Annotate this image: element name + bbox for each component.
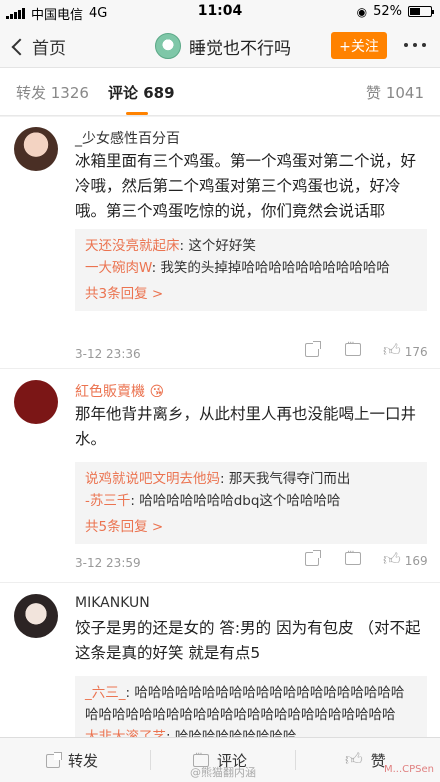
repost-label: 转发 [68, 752, 99, 770]
nav-title[interactable]: 睡觉也不行吗 [155, 33, 291, 59]
comment-footer: 3-12 23:59 👍︎169 [75, 547, 430, 574]
reply-button[interactable] [345, 547, 361, 565]
avatar [155, 33, 181, 59]
avatar[interactable] [14, 594, 58, 638]
watermark-logo: M...CPSen [383, 764, 434, 775]
thumbs-up-icon: 👍︎ [383, 550, 401, 570]
more-replies-link[interactable]: 共5条回复 > [85, 516, 417, 538]
share-button[interactable] [305, 550, 321, 566]
more-options-icon[interactable] [404, 43, 426, 47]
avatar[interactable] [14, 380, 58, 424]
reply-author[interactable]: 说鸡就说吧文明去他妈 [85, 471, 220, 487]
more-replies-link[interactable]: 共3条回复 > [85, 283, 417, 305]
repost-button[interactable]: 转发 [46, 750, 98, 771]
reply-author[interactable]: 天还没亮就起床 [85, 238, 180, 254]
reply-item: 说鸡就说吧文明去他妈: 那天我气得夺门而出 [85, 468, 417, 490]
comment-text: 冰箱里面有三个鸡蛋。第一个鸡蛋对第二个说，好冷哦，然后第二个鸡蛋对第三个鸡蛋也说… [75, 152, 417, 220]
like-count: 176 [404, 344, 428, 359]
share-icon [305, 341, 321, 357]
thumbs-up-icon: 👍︎ [345, 750, 363, 770]
like-button[interactable]: 👍︎ 赞 [345, 750, 386, 771]
tab-bar: 转发 1326 评论 689 赞 1041 [0, 68, 440, 116]
reply-author[interactable]: 一大碗肉W [85, 260, 152, 276]
comment-footer: 3-12 23:36 👍︎176 [75, 338, 430, 365]
reply-item: 一大碗肉W: 我笑的头掉掉哈哈哈哈哈哈哈哈哈哈哈 [85, 257, 417, 279]
comment-author[interactable]: 紅色販賣機 😘 [75, 381, 164, 401]
page-title: 睡觉也不行吗 [189, 38, 291, 59]
like-button[interactable]: 👍︎ 169 [383, 552, 428, 569]
comment-item: 紅色販賣機 😘 那年他背井离乡，从此村里人再也没能喝上一口井水。 说鸡就说吧文明… [0, 370, 440, 583]
comment-text: 那年他背井离乡，从此村里人再也没能喝上一口井水。 [75, 405, 417, 448]
battery-percent: 52% [373, 4, 402, 19]
status-bar: 中国电信 4G 11:04 ◉ 52% [0, 0, 440, 24]
comment-item: _少女感性百分百 冰箱里面有三个鸡蛋。第一个鸡蛋对第二个说，好冷哦，然后第二个鸡… [0, 117, 440, 369]
reply-author[interactable]: 大非大滚了艺 [85, 729, 166, 737]
thumbs-up-icon: 👍︎ [383, 341, 401, 361]
nav-bar: 首页 睡觉也不行吗 +关注 [0, 24, 440, 68]
comment-text: 饺子是男的还是女的 答:男的 因为有包皮 （对不起这条是真的好笑 就是有点5 [75, 619, 421, 662]
reply-item: _六三_: 哈哈哈哈哈哈哈哈哈哈哈哈哈哈哈哈哈哈哈哈哈哈哈哈哈哈哈哈哈哈哈哈哈哈… [85, 682, 417, 726]
emoji-icon: 😘 [149, 384, 165, 400]
watermark: @熊猫翻内涵 [190, 766, 256, 779]
reply-item: 大非大滚了艺: 哈哈哈哈哈哈哈哈哈 [85, 726, 417, 737]
reply-box[interactable]: 说鸡就说吧文明去他妈: 那天我气得夺门而出 -苏三千: 哈哈哈哈哈哈哈dbq这个… [75, 462, 427, 544]
reply-author[interactable]: _六三_ [85, 685, 126, 701]
back-button[interactable]: 首页 [10, 34, 66, 59]
reply-box[interactable]: _六三_: 哈哈哈哈哈哈哈哈哈哈哈哈哈哈哈哈哈哈哈哈哈哈哈哈哈哈哈哈哈哈哈哈哈哈… [75, 676, 427, 737]
back-label: 首页 [32, 39, 66, 59]
bottom-action-bar: 转发 评论 👍︎ 赞 @熊猫翻内涵 M...CPSen [0, 737, 440, 782]
reply-text: : 那天我气得夺门而出 [220, 471, 351, 487]
follow-button[interactable]: +关注 [331, 32, 387, 59]
reply-text: : 哈哈哈哈哈哈哈dbq这个哈哈哈哈 [130, 493, 341, 509]
comment-list: _少女感性百分百 冰箱里面有三个鸡蛋。第一个鸡蛋对第二个说，好冷哦，然后第二个鸡… [0, 117, 440, 737]
share-icon [305, 550, 321, 566]
tab-likes[interactable]: 赞 1041 [366, 82, 424, 103]
chevron-left-icon [11, 38, 29, 55]
like-button[interactable]: 👍︎ 176 [383, 343, 428, 360]
reply-box[interactable]: 天还没亮就起床: 这个好好笑 一大碗肉W: 我笑的头掉掉哈哈哈哈哈哈哈哈哈哈哈 … [75, 229, 427, 311]
reply-text: : 我笑的头掉掉哈哈哈哈哈哈哈哈哈哈哈 [151, 260, 390, 276]
comment-author[interactable]: MIKANKUN [75, 595, 150, 611]
reply-item: 天还没亮就起床: 这个好好笑 [85, 235, 417, 257]
orientation-lock-icon: ◉ [356, 4, 368, 19]
reply-text: : 哈哈哈哈哈哈哈哈哈 [166, 729, 297, 737]
comment-author[interactable]: _少女感性百分百 [75, 128, 180, 148]
comment-icon [345, 547, 361, 565]
reply-item: -苏三千: 哈哈哈哈哈哈哈dbq这个哈哈哈哈 [85, 490, 417, 512]
tab-repost[interactable]: 转发 1326 [16, 82, 89, 103]
battery-icon [408, 6, 434, 17]
reply-text: : 这个好好笑 [179, 238, 256, 254]
tab-comments[interactable]: 评论 689 [108, 82, 175, 103]
comment-icon [345, 338, 361, 356]
divider [295, 750, 296, 770]
reply-button[interactable] [345, 338, 361, 356]
divider [150, 750, 151, 770]
like-count: 169 [404, 553, 428, 568]
comment-time: 3-12 23:59 [75, 556, 141, 570]
reply-author[interactable]: -苏三千 [85, 493, 130, 509]
comment-time: 3-12 23:36 [75, 347, 141, 361]
comment-item: MIKANKUN 饺子是男的还是女的 答:男的 因为有包皮 （对不起这条是真的好… [0, 584, 440, 737]
share-button[interactable] [305, 341, 321, 357]
active-tab-indicator [126, 112, 148, 115]
avatar[interactable] [14, 127, 58, 171]
reply-text: : 哈哈哈哈哈哈哈哈哈哈哈哈哈哈哈哈哈哈哈哈哈哈哈哈哈哈哈哈哈哈哈哈哈哈哈哈哈哈… [85, 685, 405, 723]
repost-icon [46, 751, 62, 768]
